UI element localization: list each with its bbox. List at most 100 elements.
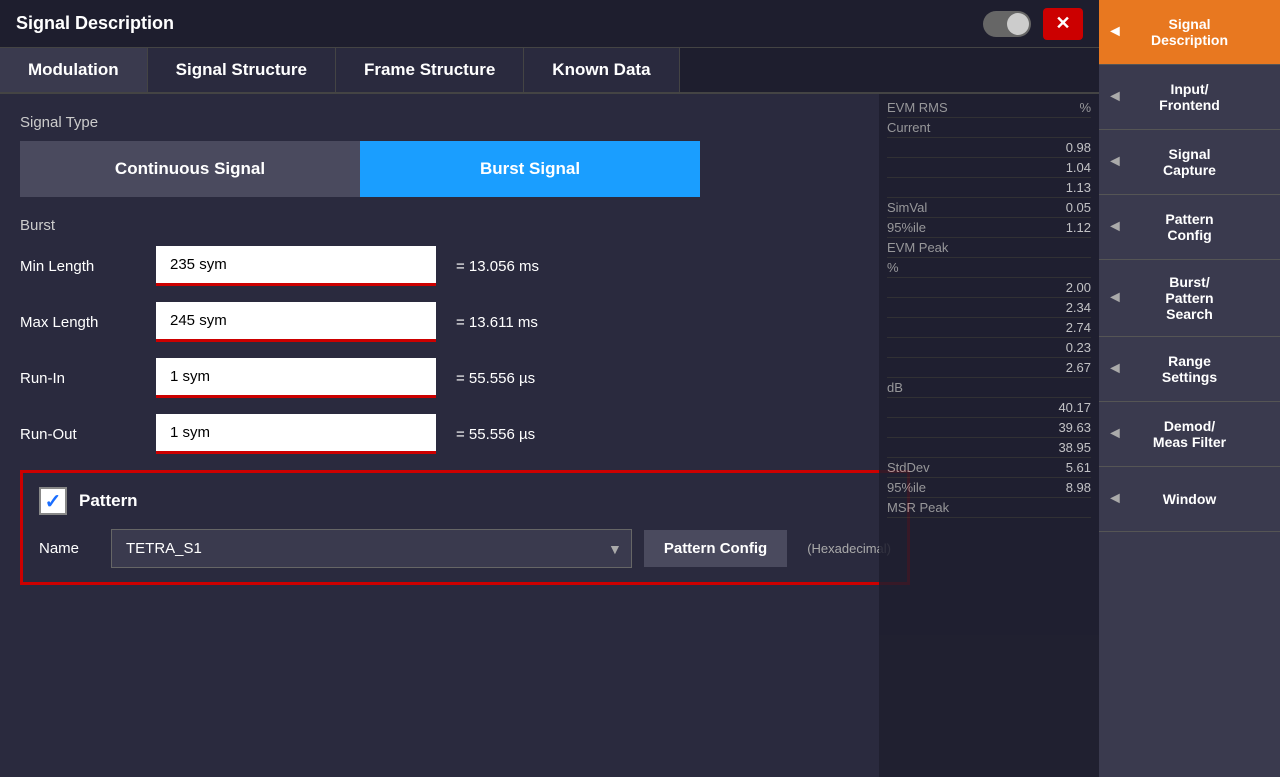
bg-msrpeak-label: MSR Peak xyxy=(887,500,949,515)
pattern-checkbox[interactable]: ✓ xyxy=(39,487,67,515)
bg-row-12-value: 2.67 xyxy=(1066,360,1091,375)
max-length-computed: = 13.611 ms xyxy=(456,314,538,331)
tab-known-data[interactable]: Known Data xyxy=(524,48,679,92)
bg-95ile2-row: 95%ile 8.98 xyxy=(887,478,1091,498)
sidebar-label-pattern-config: Pattern Config xyxy=(1165,211,1213,243)
sidebar-item-pattern-config[interactable]: ◄ Pattern Config xyxy=(1099,195,1280,260)
bg-evm-header: EVM RMS % xyxy=(887,98,1091,118)
bg-row-16-value: 38.95 xyxy=(1058,440,1091,455)
continuous-signal-button[interactable]: Continuous Signal xyxy=(20,141,360,197)
min-length-computed: = 13.056 ms xyxy=(456,258,539,275)
main-dialog: Signal Description ✕ Modulation Signal S… xyxy=(0,0,1099,777)
content-area: EVM RMS % Current 0.98 1.04 1.13 SimVal xyxy=(0,94,1099,777)
name-label: Name xyxy=(39,540,99,557)
bg-row-2-value: 1.04 xyxy=(1066,160,1091,175)
bg-row-15-value: 39.63 xyxy=(1058,420,1091,435)
min-length-input[interactable] xyxy=(156,246,436,286)
bg-row-10-value: 2.74 xyxy=(1066,320,1091,335)
right-sidebar: ◄ Signal Description ◄ Input/ Frontend ◄… xyxy=(1099,0,1280,777)
bg-simval-row: SimVal 0.05 xyxy=(887,198,1091,218)
title-bar: Signal Description ✕ xyxy=(0,0,1099,48)
bg-stddev-value: 5.61 xyxy=(1066,460,1091,475)
bg-pct2-label: % xyxy=(887,260,899,275)
bg-db-row: dB xyxy=(887,378,1091,398)
dialog-title: Signal Description xyxy=(16,13,174,34)
name-select-wrapper: TETRA_S1 ▼ xyxy=(111,529,632,568)
bg-stddev-row: StdDev 5.61 xyxy=(887,458,1091,478)
bg-row-14: 40.17 xyxy=(887,398,1091,418)
sidebar-item-window[interactable]: ◄ Window xyxy=(1099,467,1280,532)
checkbox-check-icon: ✓ xyxy=(45,489,62,514)
bg-row-16: 38.95 xyxy=(887,438,1091,458)
title-controls: ✕ xyxy=(983,8,1083,40)
name-select[interactable]: TETRA_S1 xyxy=(111,529,632,568)
sidebar-arrow-pattern-config: ◄ xyxy=(1107,218,1123,236)
run-out-input[interactable] xyxy=(156,414,436,454)
tab-bar: Modulation Signal Structure Frame Struct… xyxy=(0,48,1099,94)
bg-row-12: 2.67 xyxy=(887,358,1091,378)
bg-evmpeak-row: EVM Peak xyxy=(887,238,1091,258)
sidebar-label-range-settings: Range Settings xyxy=(1162,353,1217,385)
sidebar-item-signal-description[interactable]: ◄ Signal Description xyxy=(1099,0,1280,65)
bg-95ile2-value: 8.98 xyxy=(1066,480,1091,495)
tab-signal-structure[interactable]: Signal Structure xyxy=(148,48,336,92)
sidebar-label-window: Window xyxy=(1163,491,1217,507)
sidebar-arrow-window: ◄ xyxy=(1107,490,1123,508)
run-in-label: Run-In xyxy=(20,370,140,387)
sidebar-label-input-frontend: Input/ Frontend xyxy=(1159,81,1220,113)
max-length-label: Max Length xyxy=(20,314,140,331)
bg-row-11-value: 0.23 xyxy=(1066,340,1091,355)
sidebar-arrow-input-frontend: ◄ xyxy=(1107,88,1123,106)
sidebar-item-demod-meas-filter[interactable]: ◄ Demod/ Meas Filter xyxy=(1099,402,1280,467)
bg-row-10: 2.74 xyxy=(887,318,1091,338)
sidebar-label-burst-pattern-search: Burst/ Pattern Search xyxy=(1165,274,1213,322)
pattern-config-button[interactable]: Pattern Config xyxy=(644,530,787,567)
bg-row-14-value: 40.17 xyxy=(1058,400,1091,415)
bg-data-overlay: EVM RMS % Current 0.98 1.04 1.13 SimVal xyxy=(879,94,1099,777)
toggle-knob xyxy=(1007,13,1029,35)
bg-row-1-value: 0.98 xyxy=(1066,140,1091,155)
bg-row-9: 2.34 xyxy=(887,298,1091,318)
bg-row-9-value: 2.34 xyxy=(1066,300,1091,315)
bg-row-15: 39.63 xyxy=(887,418,1091,438)
bg-current-row: Current xyxy=(887,118,1091,138)
run-in-input[interactable] xyxy=(156,358,436,398)
pattern-section: ✓ Pattern Name TETRA_S1 ▼ Pattern Config… xyxy=(20,470,910,585)
bg-95ile-row: 95%ile 1.12 xyxy=(887,218,1091,238)
bg-simval-value: 0.05 xyxy=(1066,200,1091,215)
bg-stddev-label: StdDev xyxy=(887,460,930,475)
max-length-input[interactable] xyxy=(156,302,436,342)
bg-pct-label: % xyxy=(1079,100,1091,115)
bg-row-8-value: 2.00 xyxy=(1066,280,1091,295)
sidebar-label-demod-meas-filter: Demod/ Meas Filter xyxy=(1153,418,1226,450)
bg-95ile-label: 95%ile xyxy=(887,220,926,235)
sidebar-item-input-frontend[interactable]: ◄ Input/ Frontend xyxy=(1099,65,1280,130)
sidebar-arrow-demod-meas-filter: ◄ xyxy=(1107,425,1123,443)
bg-row-3: 1.13 xyxy=(887,178,1091,198)
burst-signal-button[interactable]: Burst Signal xyxy=(360,141,700,197)
sidebar-arrow-signal-capture: ◄ xyxy=(1107,153,1123,171)
pattern-header: ✓ Pattern xyxy=(39,487,891,515)
sidebar-item-range-settings[interactable]: ◄ Range Settings xyxy=(1099,337,1280,402)
bg-95ile-value: 1.12 xyxy=(1066,220,1091,235)
bg-evmpeak-label: EVM Peak xyxy=(887,240,948,255)
pattern-label: Pattern xyxy=(79,491,138,511)
min-length-label: Min Length xyxy=(20,258,140,275)
close-button[interactable]: ✕ xyxy=(1043,8,1083,40)
bg-row-2: 1.04 xyxy=(887,158,1091,178)
bg-row-8: 2.00 xyxy=(887,278,1091,298)
bg-row-11: 0.23 xyxy=(887,338,1091,358)
tab-modulation[interactable]: Modulation xyxy=(0,48,148,92)
sidebar-label-signal-description: Signal Description xyxy=(1151,16,1228,48)
bg-evm-label: EVM RMS xyxy=(887,100,948,115)
bg-msrpeak-row: MSR Peak xyxy=(887,498,1091,518)
enable-toggle[interactable] xyxy=(983,11,1031,37)
sidebar-item-burst-pattern-search[interactable]: ◄ Burst/ Pattern Search xyxy=(1099,260,1280,337)
sidebar-item-signal-capture[interactable]: ◄ Signal Capture xyxy=(1099,130,1280,195)
sidebar-arrow-burst-pattern-search: ◄ xyxy=(1107,289,1123,307)
tab-frame-structure[interactable]: Frame Structure xyxy=(336,48,524,92)
sidebar-label-signal-capture: Signal Capture xyxy=(1163,146,1216,178)
sidebar-arrow-signal-description: ◄ xyxy=(1107,23,1123,41)
run-out-computed: = 55.556 µs xyxy=(456,426,535,443)
signal-type-row: Continuous Signal Burst Signal xyxy=(20,141,700,197)
